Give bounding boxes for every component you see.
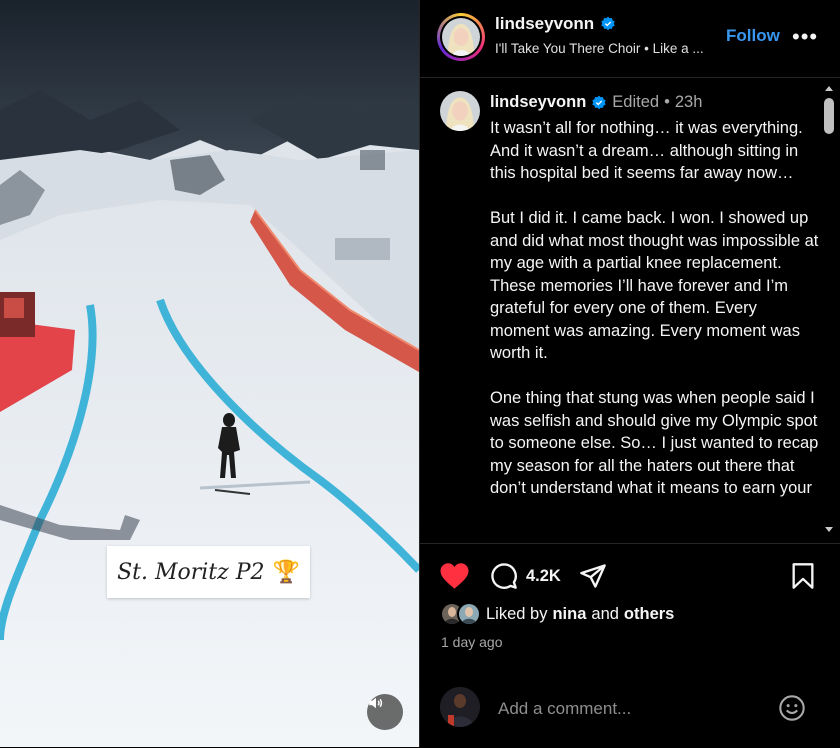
- action-bar: 4.2K Liked by nina and others 1 day ago …: [420, 543, 840, 747]
- liked-by-user[interactable]: nina: [552, 605, 586, 624]
- caption-text: It wasn’t all for nothing… it was everyt…: [490, 117, 820, 522]
- post-time[interactable]: 23h: [675, 93, 703, 112]
- avatar-image: [440, 687, 480, 727]
- liked-by-label: Liked by: [486, 604, 548, 623]
- verified-icon: [592, 95, 606, 109]
- verified-icon: [601, 16, 615, 31]
- follow-button[interactable]: Follow: [726, 26, 780, 46]
- send-icon: [580, 564, 606, 588]
- edited-label: Edited: [612, 93, 660, 111]
- speaker-icon: [369, 697, 383, 709]
- more-options-button[interactable]: •••: [792, 24, 818, 50]
- caption-header: lindseyvonn Edited • 23h: [490, 93, 702, 112]
- likes-summary: Liked by nina and others: [440, 602, 674, 626]
- post-header: lindseyvonn I'll Take You There Choir • …: [420, 0, 840, 78]
- scrollbar[interactable]: [822, 78, 836, 543]
- audio-subtitle[interactable]: I'll Take You There Choir • Like a ...: [495, 41, 725, 56]
- meta-separator: •: [664, 93, 670, 111]
- liked-and-label: and: [591, 604, 619, 623]
- comment-button[interactable]: 4.2K: [490, 562, 561, 590]
- trophy-icon: 🏆: [272, 559, 300, 585]
- comment-input[interactable]: [496, 694, 760, 724]
- current-user-avatar: [440, 687, 480, 727]
- smiley-icon: [779, 695, 805, 721]
- add-comment-bar: [420, 680, 840, 748]
- avatar-image: [442, 18, 480, 56]
- liked-by-others[interactable]: others: [624, 605, 674, 624]
- avatar-image: [459, 604, 479, 624]
- avatar-image: [440, 91, 480, 131]
- header-username[interactable]: lindseyvonn: [495, 14, 616, 34]
- emoji-button[interactable]: [778, 694, 806, 727]
- scroll-up-arrow-icon[interactable]: [825, 86, 833, 91]
- caption-section: lindseyvonn Edited • 23h It wasn’t all f…: [420, 78, 840, 543]
- save-button[interactable]: [790, 562, 816, 590]
- post-date[interactable]: 1 day ago: [441, 634, 503, 650]
- share-button[interactable]: [579, 562, 607, 590]
- header-username-text[interactable]: lindseyvonn: [495, 14, 594, 34]
- scroll-down-arrow-icon[interactable]: [825, 527, 833, 532]
- like-button[interactable]: [439, 562, 470, 590]
- bookmark-icon: [792, 563, 814, 589]
- caption-paragraph: It wasn’t all for nothing… it was everyt…: [490, 119, 803, 182]
- comment-count: 4.2K: [526, 566, 561, 585]
- profile-avatar[interactable]: [437, 13, 485, 61]
- mute-button[interactable]: [367, 694, 403, 730]
- ski-scene: [0, 0, 419, 747]
- post-modal: St. Moritz P2 🏆 lindseyvonn I'll Take Yo…: [0, 0, 840, 747]
- caption-paragraph: One thing that stung was when people sai…: [490, 389, 819, 497]
- caption-username[interactable]: lindseyvonn: [490, 93, 586, 112]
- caption-paragraph: But I did it. I came back. I won. I show…: [490, 209, 819, 362]
- heart-icon: [440, 563, 469, 589]
- post-video[interactable]: St. Moritz P2 🏆: [0, 0, 419, 747]
- more-icon: •••: [792, 24, 819, 49]
- scrollbar-thumb[interactable]: [824, 98, 834, 134]
- caption-text: St. Moritz P2: [117, 559, 265, 585]
- liker-avatar[interactable]: [457, 602, 481, 626]
- caption-avatar[interactable]: [440, 91, 480, 131]
- video-caption: St. Moritz P2 🏆: [107, 546, 310, 598]
- comment-icon: [491, 563, 517, 589]
- post-side-panel: lindseyvonn I'll Take You There Choir • …: [419, 0, 840, 747]
